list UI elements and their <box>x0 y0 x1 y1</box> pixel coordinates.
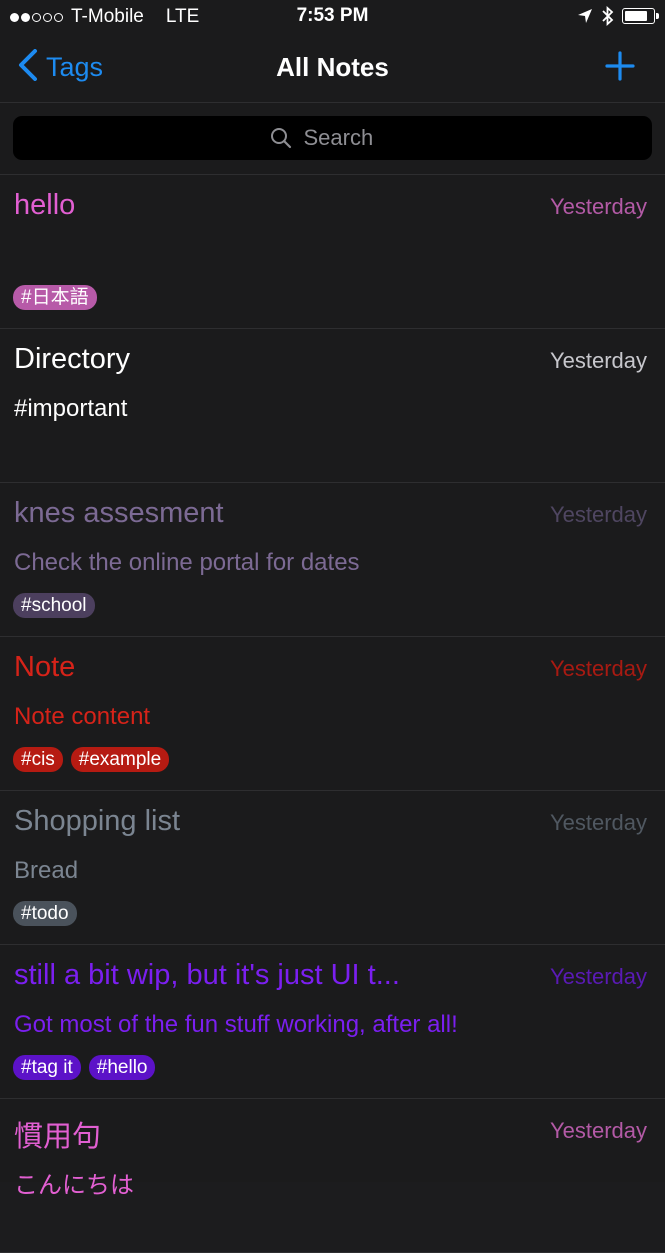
add-note-button[interactable] <box>605 51 635 86</box>
location-arrow-icon <box>577 8 593 24</box>
note-tags: #cis #example <box>13 747 177 772</box>
note-tags: #school <box>13 593 103 618</box>
note-title: knes assesment <box>14 497 224 529</box>
note-row[interactable]: knes assesment Yesterday Check the online … <box>0 483 665 637</box>
note-date: Yesterday <box>549 656 647 681</box>
bluetooth-icon <box>601 6 614 26</box>
note-tags: #tag it #hello <box>13 1055 163 1080</box>
status-time: 7:53 PM <box>296 5 369 26</box>
tag-badge[interactable]: #cis <box>13 747 63 772</box>
tag-badge[interactable]: #hello <box>88 1055 156 1080</box>
note-tags: #todo <box>13 901 85 926</box>
note-date: Yesterday <box>549 502 647 527</box>
navigation-bar: Tags All Notes <box>0 34 665 103</box>
note-row[interactable]: Shopping list Yesterday Bread #todo <box>0 791 665 945</box>
note-preview: #important <box>14 395 128 422</box>
battery-icon <box>622 8 659 24</box>
note-preview: Check the online portal for dates <box>14 549 360 576</box>
note-date: Yesterday <box>549 964 647 989</box>
note-preview: Note content <box>14 703 151 730</box>
note-preview: Got most of the fun stuff working, after… <box>14 1011 458 1038</box>
tag-badge[interactable]: #school <box>13 593 95 618</box>
note-title: 慣用句 <box>14 1121 102 1153</box>
note-row[interactable]: 慣用句 Yesterday こんにちは <box>0 1099 665 1253</box>
search-input[interactable] <box>301 124 396 152</box>
note-title: Directory <box>14 343 131 375</box>
note-date: Yesterday <box>549 1118 647 1143</box>
note-title: hello <box>14 189 76 221</box>
note-row[interactable]: Directory Yesterday #important <box>0 329 665 483</box>
note-title: Note <box>14 651 76 683</box>
tag-badge[interactable]: #example <box>70 747 170 772</box>
tag-badge[interactable]: #tag it <box>13 1055 81 1080</box>
note-preview: こんにちは <box>14 1172 134 1199</box>
plus-icon <box>605 51 635 85</box>
note-title: still a bit wip, but it's just UI t... <box>14 959 400 991</box>
note-tags: #日本語 <box>13 285 105 310</box>
note-row[interactable]: Note Yesterday Note content #cis #example <box>0 637 665 791</box>
note-row[interactable]: hello Yesterday #日本語 <box>0 175 665 329</box>
notes-list: hello Yesterday #日本語 Directory Yesterday #imp… <box>0 175 665 1253</box>
search-icon <box>270 127 292 149</box>
note-date: Yesterday <box>549 348 647 373</box>
page-title: All Notes <box>276 52 389 82</box>
tag-badge[interactable]: #日本語 <box>13 285 97 310</box>
status-right <box>569 6 659 26</box>
note-row[interactable]: still a bit wip, but it's just UI t... Ye… <box>0 945 665 1099</box>
search-field[interactable] <box>13 116 652 160</box>
note-date: Yesterday <box>549 194 647 219</box>
note-date: Yesterday <box>549 810 647 835</box>
status-bar: T-Mobile LTE 7:53 PM <box>0 0 665 34</box>
note-preview: Bread <box>14 857 79 884</box>
note-title: Shopping list <box>14 805 181 837</box>
search-bar <box>0 103 665 175</box>
tag-badge[interactable]: #todo <box>13 901 77 926</box>
